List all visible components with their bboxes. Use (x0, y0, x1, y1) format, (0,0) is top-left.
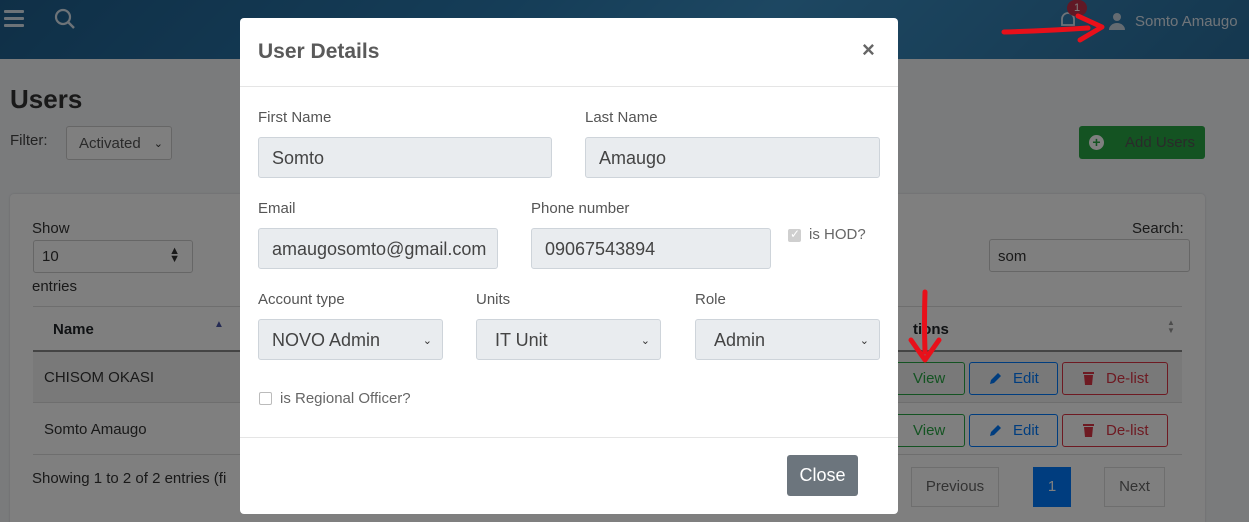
account-type-value: NOVO Admin (272, 330, 381, 350)
chevron-down-icon: ⌄ (640, 335, 650, 347)
regional-officer-checkbox[interactable] (259, 392, 272, 405)
role-label: Role (695, 291, 726, 308)
is-hod-checkbox[interactable] (788, 227, 801, 242)
first-name-label: First Name (258, 109, 332, 126)
close-icon[interactable]: × (862, 37, 875, 63)
email-field[interactable]: amaugosomto@gmail.com (258, 228, 498, 269)
user-details-modal: User Details × First Name Somto Last Nam… (240, 18, 898, 514)
phone-label: Phone number (531, 200, 630, 217)
email-label: Email (258, 200, 296, 217)
close-button[interactable]: Close (787, 455, 858, 496)
is-hod-label: is HOD? (809, 226, 866, 243)
account-type-select[interactable]: NOVO Admin ⌄ (258, 319, 443, 360)
units-label: Units (476, 291, 511, 308)
regional-officer-label: is Regional Officer? (280, 390, 411, 407)
modal-footer-divider (240, 437, 898, 438)
last-name-field[interactable]: Amaugo (585, 137, 880, 178)
modal-title: User Details (258, 40, 380, 63)
phone-field[interactable]: 09067543894 (531, 228, 771, 269)
modal-header: User Details × (240, 18, 898, 87)
first-name-field[interactable]: Somto (258, 137, 552, 178)
role-value: Admin (714, 330, 766, 350)
account-type-label: Account type (258, 291, 345, 308)
units-select[interactable]: IT Unit ⌄ (476, 319, 661, 360)
annotation-arrow-down-icon (908, 289, 942, 363)
units-value: IT Unit (495, 330, 548, 350)
role-select[interactable]: Admin ⌄ (695, 319, 880, 360)
chevron-down-icon: ⌄ (422, 335, 432, 347)
annotation-arrow-right-icon (1001, 13, 1105, 43)
chevron-down-icon: ⌄ (859, 335, 869, 347)
last-name-label: Last Name (585, 109, 658, 126)
